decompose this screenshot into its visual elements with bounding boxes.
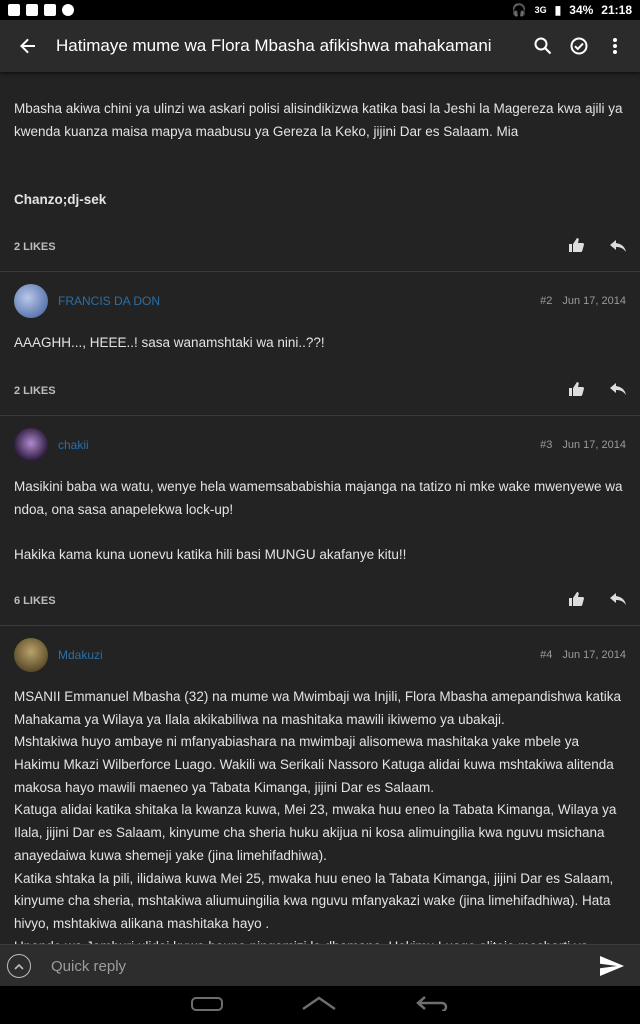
post-1: Mbasha akiwa chini ya ulinzi wa askari p… [0, 72, 640, 273]
whatsapp-icon [62, 4, 74, 16]
battery-level: 34% [569, 3, 594, 17]
reply-arrow-icon[interactable] [610, 592, 626, 609]
status-bar: 🎧 3G ▮ 34% 21:18 [0, 0, 640, 20]
like-thumb-icon[interactable] [569, 238, 584, 256]
like-thumb-icon[interactable] [569, 381, 584, 400]
post-paragraph: Masikini baba wa watu, wenye hela wamems… [14, 478, 623, 517]
post-paragraph: Katika shtaka la pili, ilidaiwa kuwa Mei… [14, 870, 614, 931]
quick-reply-bar: Quick reply [0, 944, 640, 987]
post-number[interactable]: #3 [540, 439, 552, 451]
post-body: Masikini baba wa watu, wenye hela wamems… [0, 474, 640, 567]
post-number[interactable]: #2 [540, 295, 552, 307]
reply-arrow-icon[interactable] [610, 239, 626, 256]
post-paragraph: Mbasha akiwa chini ya ulinzi wa askari p… [14, 101, 623, 139]
post-paragraph: Mshtakiwa huyo ambaye ni mfanyabiashara … [14, 734, 614, 795]
likes-count[interactable]: 2 LIKES [14, 385, 56, 397]
post-paragraph: MSANII Emmanuel Mbasha (32) na mume wa M… [14, 688, 621, 727]
post-paragraph: Katuga alidai katika shitaka la kwanza k… [14, 802, 617, 863]
post-paragraph: Upande wa Jamhuri ulidai kuwa hauna ping… [14, 936, 626, 944]
post-body: AAAGHH..., HEEE..! sasa wanamshtaki wa n… [0, 330, 640, 355]
search-icon[interactable] [532, 37, 554, 55]
avatar[interactable] [14, 427, 48, 462]
signal-icon: 3G [534, 5, 547, 15]
post-2: FRANCIS DA DON #2 Jun 17, 2014 AAAGHH...… [0, 272, 640, 416]
post-paragraph: AAAGHH..., HEEE..! sasa wanamshtaki wa n… [14, 335, 325, 351]
expand-chevron-icon[interactable] [7, 954, 31, 978]
thread-title: Hatimaye mume wa Flora Mbasha afikishwa … [56, 36, 492, 55]
headphones-icon: 🎧 [511, 3, 527, 17]
likes-count[interactable]: 2 LIKES [14, 241, 56, 253]
battery-icon: ▮ [554, 3, 562, 17]
post-date: Jun 17, 2014 [562, 648, 626, 661]
facebook-icon [44, 4, 56, 16]
post-body: MSANII Emmanuel Mbasha (32) na mume wa M… [0, 684, 640, 944]
clock: 21:18 [601, 3, 632, 17]
back-nav-icon[interactable] [415, 995, 449, 1016]
avatar[interactable] [14, 284, 48, 319]
overflow-menu-icon[interactable] [604, 37, 626, 55]
system-nav-bar [0, 986, 640, 1024]
post-footer: 6 LIKES [0, 577, 640, 625]
post-number[interactable]: #4 [540, 649, 552, 661]
post-header: chakii #3 Jun 17, 2014 [0, 416, 640, 474]
quick-reply-input[interactable]: Quick reply [51, 958, 584, 975]
author-name[interactable]: Mdakuzi [58, 648, 103, 662]
mark-read-check-icon[interactable] [568, 37, 590, 55]
post-date: Jun 17, 2014 [562, 295, 626, 308]
play-icon [8, 4, 20, 16]
download-icon [26, 4, 38, 16]
app-bar: Hatimaye mume wa Flora Mbasha afikishwa … [0, 20, 640, 72]
back-arrow-icon[interactable] [0, 20, 56, 72]
send-icon[interactable] [584, 956, 640, 976]
notification-icons [0, 4, 74, 16]
post-header: FRANCIS DA DON #2 Jun 17, 2014 [0, 272, 640, 330]
post-paragraph: Hakika kama kuna uonevu katika hili basi… [14, 547, 407, 563]
like-thumb-icon[interactable] [569, 591, 584, 610]
post-footer: 2 LIKES [0, 223, 640, 271]
post-body: Mbasha akiwa chini ya ulinzi wa askari p… [0, 98, 640, 212]
post-date: Jun 17, 2014 [562, 438, 626, 451]
author-name[interactable]: FRANCIS DA DON [58, 294, 160, 308]
post-3: chakii #3 Jun 17, 2014 Masikini baba wa … [0, 416, 640, 626]
post-source: Chanzo;dj-sek [14, 192, 107, 208]
post-header: Mdakuzi #4 Jun 17, 2014 [0, 626, 640, 684]
post-4: Mdakuzi #4 Jun 17, 2014 MSANII Emmanuel … [0, 626, 640, 944]
likes-count[interactable]: 6 LIKES [14, 595, 56, 607]
home-icon[interactable] [301, 995, 337, 1016]
thread-content[interactable]: Mbasha akiwa chini ya ulinzi wa askari p… [0, 72, 640, 944]
post-footer: 2 LIKES [0, 367, 640, 415]
author-name[interactable]: chakii [58, 438, 89, 452]
avatar[interactable] [14, 637, 48, 672]
recent-apps-icon[interactable] [191, 995, 223, 1016]
reply-arrow-icon[interactable] [610, 382, 626, 399]
